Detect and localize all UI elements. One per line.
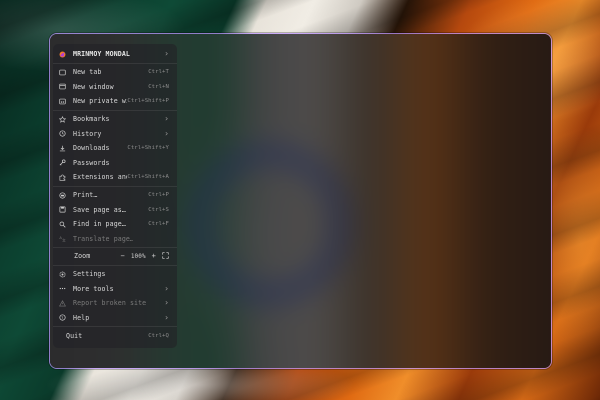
fullscreen-button[interactable] xyxy=(162,252,169,261)
menu-item-more-tools[interactable]: More tools › xyxy=(53,281,177,296)
new-tab-icon xyxy=(59,69,66,76)
download-icon xyxy=(59,145,66,152)
svg-text:?: ? xyxy=(61,315,63,320)
menu-item-translate-page: A文 Translate page… xyxy=(53,232,177,247)
menu-item-label: More tools xyxy=(73,284,114,293)
separator xyxy=(53,247,177,249)
menu-item-label: New private win… xyxy=(73,97,127,106)
chevron-right-icon: › xyxy=(164,312,169,322)
menu-item-label: Save page as… xyxy=(73,205,126,214)
bookmark-star-icon xyxy=(59,115,66,123)
shortcut-label: Ctrl+S xyxy=(148,206,169,213)
profile-item[interactable]: MRINMOY MONDAL › xyxy=(53,46,177,62)
key-icon xyxy=(59,159,66,166)
zoom-out-button[interactable]: − xyxy=(120,252,124,260)
menu-item-label: History xyxy=(73,129,102,138)
print-icon xyxy=(59,191,66,199)
menu-item-label: New window xyxy=(73,82,114,91)
puzzle-piece-icon xyxy=(59,174,66,181)
separator xyxy=(53,185,177,187)
menu-item-label: Translate page… xyxy=(73,234,133,243)
menu-item-label: Report broken site xyxy=(73,299,147,308)
shortcut-label: Ctrl+F xyxy=(148,221,169,228)
menu-item-label: Help xyxy=(73,313,90,322)
menu-item-downloads[interactable]: Downloads Ctrl+Shift+Y xyxy=(53,141,177,156)
shortcut-label: Ctrl+Shift+Y xyxy=(127,145,169,152)
menu-item-label: Find in page… xyxy=(73,220,126,229)
new-window-icon xyxy=(59,83,66,90)
svg-text:文: 文 xyxy=(62,238,66,243)
separator xyxy=(53,326,177,328)
find-icon xyxy=(59,221,66,228)
chevron-right-icon: › xyxy=(164,283,169,293)
zoom-controls: − 100% + xyxy=(120,252,169,261)
menu-item-label: Passwords xyxy=(73,158,110,167)
menu-item-label: Bookmarks xyxy=(73,115,110,124)
menu-item-quit[interactable]: Quit Ctrl+Q xyxy=(53,329,177,344)
menu-item-new-tab[interactable]: New tab Ctrl+T xyxy=(53,65,177,80)
chevron-right-icon: › xyxy=(164,128,169,138)
help-question-icon: ? xyxy=(59,314,66,321)
fullscreen-icon xyxy=(162,252,169,259)
menu-item-report-broken-site: Report broken site › xyxy=(53,296,177,311)
separator xyxy=(53,109,177,111)
shortcut-label: Ctrl+Shift+A xyxy=(127,174,169,181)
zoom-row: Zoom − 100% + xyxy=(53,249,177,264)
firefox-account-icon xyxy=(59,51,66,58)
menu-item-label: Downloads xyxy=(73,144,110,153)
menu-item-help[interactable]: ? Help › xyxy=(53,311,177,326)
menu-item-history[interactable]: History › xyxy=(53,126,177,141)
history-clock-icon xyxy=(59,130,66,137)
menu-item-new-window[interactable]: New window Ctrl+N xyxy=(53,80,177,95)
zoom-level: 100% xyxy=(130,252,146,260)
zoom-label: Zoom xyxy=(74,252,91,261)
private-window-icon xyxy=(59,98,66,105)
separator xyxy=(53,264,177,266)
menu-item-label: Settings xyxy=(73,270,106,279)
warning-icon xyxy=(59,299,66,307)
menu-item-print[interactable]: Print… Ctrl+P xyxy=(53,188,177,203)
profile-name: MRINMOY MONDAL xyxy=(73,50,130,58)
menu-item-label: Extensions and … xyxy=(73,173,127,182)
gear-icon xyxy=(59,271,66,278)
translate-icon: A文 xyxy=(59,235,66,242)
shortcut-label: Ctrl+Q xyxy=(148,333,169,340)
chevron-right-icon: › xyxy=(164,49,169,58)
menu-item-label: Print… xyxy=(73,191,98,200)
more-dots-icon xyxy=(59,285,66,292)
shortcut-label: Ctrl+T xyxy=(148,69,169,76)
menu-item-label: Quit xyxy=(66,332,83,341)
shortcut-label: Ctrl+N xyxy=(148,83,169,90)
chevron-right-icon: › xyxy=(164,298,169,308)
menu-item-new-private-window[interactable]: New private win… Ctrl+Shift+P xyxy=(53,94,177,109)
separator xyxy=(53,63,177,64)
zoom-in-button[interactable]: + xyxy=(152,252,156,260)
menu-item-find-in-page[interactable]: Find in page… Ctrl+F xyxy=(53,217,177,232)
menu-item-save-page[interactable]: Save page as… Ctrl+S xyxy=(53,202,177,217)
save-icon xyxy=(59,206,66,213)
shortcut-label: Ctrl+Shift+P xyxy=(127,98,169,105)
app-menu: MRINMOY MONDAL › New tab Ctrl+T New wind… xyxy=(53,44,177,348)
menu-item-passwords[interactable]: Passwords xyxy=(53,156,177,171)
menu-item-label: New tab xyxy=(73,68,102,77)
menu-item-bookmarks[interactable]: Bookmarks › xyxy=(53,112,177,127)
menu-item-extensions[interactable]: Extensions and … Ctrl+Shift+A xyxy=(53,170,177,185)
chevron-right-icon: › xyxy=(164,114,169,124)
menu-item-settings[interactable]: Settings xyxy=(53,267,177,282)
shortcut-label: Ctrl+P xyxy=(148,192,169,199)
